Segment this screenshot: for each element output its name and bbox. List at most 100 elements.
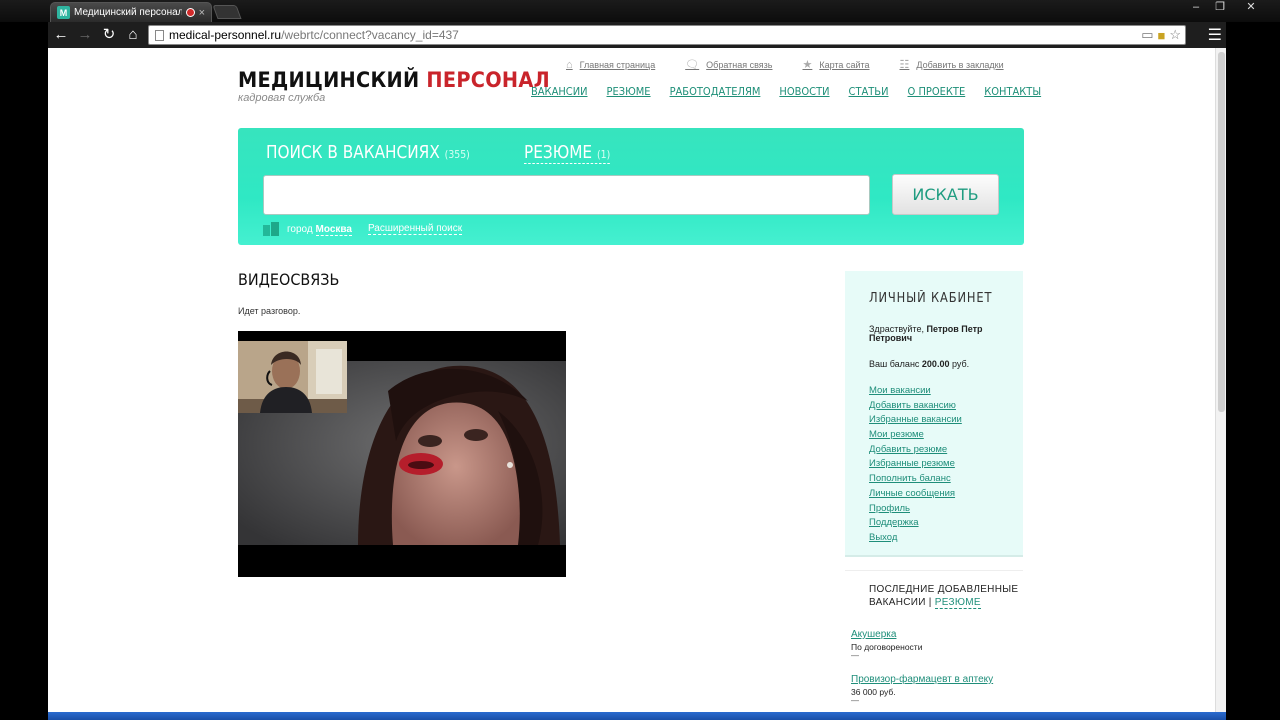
cabinet-link-support[interactable]: Поддержка bbox=[869, 517, 962, 532]
bookmark-star-icon[interactable]: ☆ bbox=[1169, 27, 1181, 43]
vacancies-count: (355) bbox=[444, 148, 470, 161]
site-logo[interactable]: МЕДИЦИНСКИЙ ПЕРСОНАЛ кадровая служба bbox=[238, 68, 577, 104]
home-button[interactable]: ⌂ bbox=[122, 24, 144, 46]
new-tab-button[interactable] bbox=[212, 5, 242, 19]
nav-employers[interactable]: РАБОТОДАТЕЛЯМ bbox=[670, 85, 761, 98]
vacancy-salary: По договорености bbox=[851, 642, 923, 652]
toplink-label: Карта сайта bbox=[819, 59, 870, 70]
cabinet-link-topup[interactable]: Пополнить баланс bbox=[869, 473, 962, 488]
tab-label: РЕЗЮМЕ bbox=[523, 142, 592, 163]
taskbar bbox=[48, 712, 1226, 720]
cabinet-links: Мои вакансии Добавить вакансию Избранные… bbox=[869, 385, 962, 547]
star-icon: ★ bbox=[802, 59, 813, 71]
cabinet-link-logout[interactable]: Выход bbox=[869, 532, 962, 547]
list-item: Акушерка По договорености — bbox=[851, 629, 1026, 660]
city-selector[interactable]: город Москва bbox=[287, 223, 352, 236]
cabinet-link-add-resume[interactable]: Добавить резюме bbox=[869, 444, 962, 459]
page-scrollbar[interactable] bbox=[1215, 48, 1226, 712]
reload-button[interactable]: ↻ bbox=[98, 24, 120, 46]
home-icon: ⌂ bbox=[566, 58, 573, 71]
url-host: medical-personnel.ru bbox=[169, 28, 282, 42]
toplink-feedback[interactable]: 🗨 Обратная связь bbox=[685, 58, 772, 71]
toplink-bookmark[interactable]: ☷ Добавить в закладки bbox=[900, 58, 1004, 71]
vacancy-divider: — bbox=[851, 651, 859, 660]
cabinet-link-fav-vacancies[interactable]: Избранные вакансии bbox=[869, 414, 962, 429]
screen: M Медицинский персонал × – ❐ ✕ ← → ↻ ⌂ m… bbox=[0, 0, 1280, 720]
city-name: Москва bbox=[315, 223, 352, 236]
page-icon bbox=[155, 29, 164, 41]
latest-resume-link[interactable]: РЕЗЮМЕ bbox=[934, 597, 981, 609]
remote-video bbox=[238, 331, 566, 577]
toplink-label: Добавить в закладки bbox=[916, 59, 1004, 70]
logo-text: МЕДИЦИНСКИЙ ПЕРСОНАЛ bbox=[238, 68, 550, 92]
toplink-home[interactable]: ⌂ Главная страница bbox=[566, 58, 655, 71]
browser-tab[interactable]: M Медицинский персонал × bbox=[50, 2, 212, 22]
nav-news[interactable]: НОВОСТИ bbox=[779, 85, 829, 98]
back-button[interactable]: ← bbox=[50, 24, 72, 46]
cabinet-link-fav-resume[interactable]: Избранные резюме bbox=[869, 458, 962, 473]
search-options: город Москва Расширенный поиск bbox=[263, 222, 463, 236]
toplink-label: Главная страница bbox=[579, 59, 656, 70]
latest-title: ПОСЛЕДНИЕ ДОБАВЛЕННЫЕ ВАКАНСИИ | РЕЗЮМЕ bbox=[869, 583, 1019, 609]
omnibox-actions: ▭ ■ ☆ bbox=[1141, 27, 1181, 43]
call-status: Идет разговор. bbox=[238, 306, 301, 316]
extension-icon[interactable]: ■ bbox=[1157, 28, 1165, 43]
browser-toolbar: ← → ↻ ⌂ medical-personnel.ru/webrtc/conn… bbox=[48, 22, 1226, 48]
main-nav: ВАКАНСИИ РЕЗЮМЕ РАБОТОДАТЕЛЯМ НОВОСТИ СТ… bbox=[531, 85, 1041, 98]
scrollbar-thumb[interactable] bbox=[1218, 52, 1225, 412]
nav-vacancies[interactable]: ВАКАНСИИ bbox=[531, 85, 588, 98]
list-item: Провизор-фармацевт в аптеку 36 000 руб. … bbox=[851, 674, 1026, 705]
nav-contacts[interactable]: КОНТАКТЫ bbox=[984, 85, 1041, 98]
feedback-icon: 🗨 bbox=[685, 59, 700, 71]
window-controls: – ❐ ✕ bbox=[1184, 0, 1270, 16]
toplink-sitemap[interactable]: ★ Карта сайта bbox=[802, 58, 869, 71]
address-bar[interactable]: medical-personnel.ru/webrtc/connect?vaca… bbox=[148, 25, 1186, 45]
bookmark-icon: ☷ bbox=[899, 59, 910, 71]
nav-about[interactable]: О ПРОЕКТЕ bbox=[908, 85, 966, 98]
nav-resume[interactable]: РЕЗЮМЕ bbox=[607, 85, 651, 98]
vacancy-link[interactable]: Акушерка bbox=[851, 629, 1026, 640]
top-links: ⌂ Главная страница 🗨 Обратная связь ★ Карта… bbox=[566, 58, 1004, 72]
minimize-button[interactable]: – bbox=[1184, 0, 1208, 16]
url-path: /webrtc/connect?vacancy_id=437 bbox=[281, 28, 459, 42]
tab-close-icon[interactable]: × bbox=[199, 7, 205, 19]
tab-search-resume[interactable]: РЕЗЮМЕ (1) bbox=[523, 142, 611, 164]
browser-menu-icon[interactable]: ☰ bbox=[1208, 25, 1222, 45]
logo-main: МЕДИЦИНСКИЙ bbox=[238, 68, 427, 92]
nav-articles[interactable]: СТАТЬИ bbox=[849, 85, 889, 98]
page-title: ВИДЕОСВЯЗЬ bbox=[238, 270, 340, 289]
balance-suffix: руб. bbox=[949, 359, 970, 369]
city-prefix: город bbox=[287, 223, 316, 235]
local-video-frame bbox=[238, 341, 347, 413]
vacancy-link[interactable]: Провизор-фармацевт в аптеку bbox=[851, 674, 1026, 685]
advanced-search-link[interactable]: Расширенный поиск bbox=[367, 223, 463, 235]
cabinet-greeting: Здраствуйте, Петров Петр Петрович bbox=[869, 325, 1009, 343]
city-building-icon bbox=[263, 222, 279, 236]
cabinet-link-my-vacancies[interactable]: Мои вакансии bbox=[869, 385, 962, 400]
cabinet-link-profile[interactable]: Профиль bbox=[869, 503, 962, 518]
cabinet-link-my-resume[interactable]: Мои резюме bbox=[869, 429, 962, 444]
vacancy-divider: — bbox=[851, 696, 859, 705]
maximize-button[interactable]: ❐ bbox=[1208, 0, 1232, 16]
cabinet-link-messages[interactable]: Личные сообщения bbox=[869, 488, 962, 503]
browser-tabstrip: M Медицинский персонал × – ❐ ✕ bbox=[0, 0, 1280, 22]
site-favicon-icon: M bbox=[57, 6, 70, 19]
tab-label: ПОИСК В ВАКАНСИЯХ bbox=[266, 142, 440, 163]
local-video bbox=[238, 341, 347, 413]
cabinet-link-add-vacancy[interactable]: Добавить вакансию bbox=[869, 400, 962, 415]
cabinet-balance: Ваш баланс 200.00 руб. bbox=[869, 359, 969, 369]
web-page: МЕДИЦИНСКИЙ ПЕРСОНАЛ кадровая служба ⌂ Гл… bbox=[48, 48, 1226, 712]
resume-count: (1) bbox=[596, 148, 611, 161]
forward-button[interactable]: → bbox=[74, 24, 96, 46]
personal-cabinet: ЛИЧНЫЙ КАБИНЕТ Здраствуйте, Петров Петр … bbox=[845, 271, 1023, 557]
tab-title: Медицинский персонал bbox=[74, 7, 182, 18]
logo-tagline: кадровая служба bbox=[238, 92, 326, 104]
search-tabs: ПОИСК В ВАКАНСИЯХ (355) РЕЗЮМЕ (1) bbox=[266, 142, 625, 164]
page-action-icon[interactable]: ▭ bbox=[1141, 27, 1153, 43]
close-window-button[interactable]: ✕ bbox=[1232, 0, 1270, 16]
tab-search-vacancies[interactable]: ПОИСК В ВАКАНСИЯХ (355) bbox=[266, 142, 470, 163]
search-panel: ПОИСК В ВАКАНСИЯХ (355) РЕЗЮМЕ (1) ИСКАТ… bbox=[238, 128, 1024, 245]
recording-icon bbox=[185, 8, 195, 17]
search-button[interactable]: ИСКАТЬ bbox=[892, 174, 999, 215]
search-input[interactable] bbox=[263, 175, 870, 215]
